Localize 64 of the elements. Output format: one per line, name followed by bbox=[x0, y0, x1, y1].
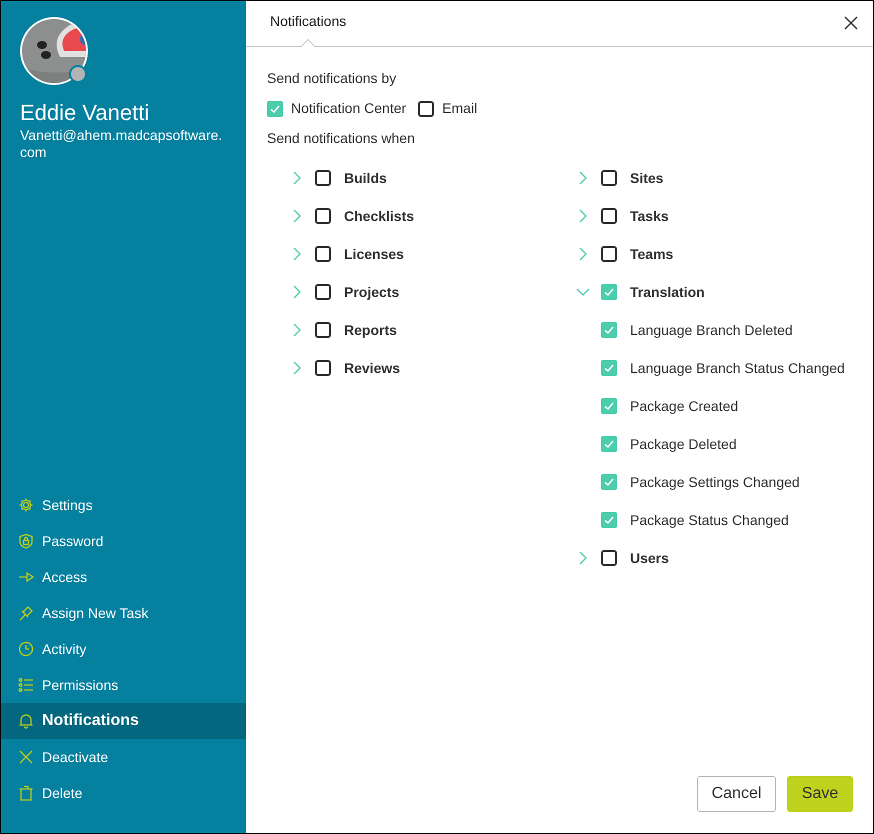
checkbox[interactable] bbox=[601, 550, 617, 566]
category-label: Translation bbox=[630, 282, 705, 302]
close-icon bbox=[18, 749, 34, 765]
option-label: Package Deleted bbox=[630, 434, 737, 454]
close-icon[interactable] bbox=[843, 15, 859, 31]
category-label: Teams bbox=[630, 244, 674, 264]
option-label: Language Branch Status Changed bbox=[630, 358, 845, 378]
option-label: Package Status Changed bbox=[630, 510, 789, 530]
checkbox[interactable] bbox=[601, 246, 617, 262]
category-label: Tasks bbox=[630, 206, 669, 226]
checkbox[interactable] bbox=[315, 170, 331, 186]
trash-icon bbox=[18, 785, 34, 801]
checkbox[interactable] bbox=[601, 170, 617, 186]
checkbox[interactable] bbox=[315, 360, 331, 376]
checkbox[interactable] bbox=[315, 208, 331, 224]
option-label: Language Branch Deleted bbox=[630, 320, 793, 340]
checkbox[interactable] bbox=[601, 398, 617, 414]
option-label: Package Created bbox=[630, 396, 738, 416]
category-label: Reports bbox=[344, 320, 397, 340]
checkbox-label: Notification Center bbox=[291, 99, 406, 118]
checkbox[interactable] bbox=[601, 474, 617, 490]
pin-icon bbox=[18, 605, 34, 621]
checkbox[interactable] bbox=[315, 322, 331, 338]
checkbox[interactable] bbox=[418, 100, 434, 116]
category-label: Checklists bbox=[344, 206, 414, 226]
save-button[interactable]: Save bbox=[787, 776, 853, 812]
menu-item[interactable]: Permissions bbox=[1, 667, 246, 703]
lock-shield-icon bbox=[18, 533, 34, 549]
category-label: Users bbox=[630, 548, 669, 568]
category-label: Licenses bbox=[344, 244, 404, 264]
checkbox[interactable] bbox=[601, 284, 617, 300]
arrow-right-icon bbox=[18, 569, 34, 585]
option-label: Package Settings Changed bbox=[630, 472, 800, 492]
menu-item[interactable]: Settings bbox=[1, 487, 246, 523]
user-email: Vanetti@ahem.madcapsoftware.com bbox=[20, 127, 224, 161]
category-label: Projects bbox=[344, 282, 400, 302]
menu-item[interactable]: Delete bbox=[1, 775, 246, 811]
checkbox-label: Email bbox=[442, 99, 478, 118]
cancel-button[interactable]: Cancel bbox=[697, 776, 776, 812]
menu-item[interactable]: Assign New Task bbox=[1, 595, 246, 631]
list-icon bbox=[18, 677, 34, 693]
menu-item[interactable]: Notifications bbox=[1, 703, 246, 739]
section-label: Send notifications by bbox=[267, 69, 398, 88]
checkbox[interactable] bbox=[315, 284, 331, 300]
checkbox[interactable] bbox=[601, 322, 617, 338]
checkbox[interactable] bbox=[601, 208, 617, 224]
user-name: Eddie Vanetti bbox=[20, 99, 150, 127]
checkbox[interactable] bbox=[601, 360, 617, 376]
clock-icon bbox=[18, 641, 34, 657]
tab[interactable]: Notifications bbox=[268, 11, 348, 46]
menu-item[interactable]: Access bbox=[1, 559, 246, 595]
category-label: Builds bbox=[344, 168, 387, 188]
menu-item[interactable]: Activity bbox=[1, 631, 246, 667]
menu-item[interactable]: Password bbox=[1, 523, 246, 559]
category-label: Reviews bbox=[344, 358, 400, 378]
bell-icon bbox=[18, 713, 34, 729]
checkbox[interactable] bbox=[315, 246, 331, 262]
checkbox[interactable] bbox=[267, 100, 283, 116]
menu-item[interactable]: Deactivate bbox=[1, 739, 246, 775]
checkbox[interactable] bbox=[601, 512, 617, 528]
section-label: Send notifications when bbox=[267, 129, 416, 148]
checkbox[interactable] bbox=[601, 436, 617, 452]
category-label: Sites bbox=[630, 168, 664, 188]
gear-icon bbox=[18, 497, 34, 513]
